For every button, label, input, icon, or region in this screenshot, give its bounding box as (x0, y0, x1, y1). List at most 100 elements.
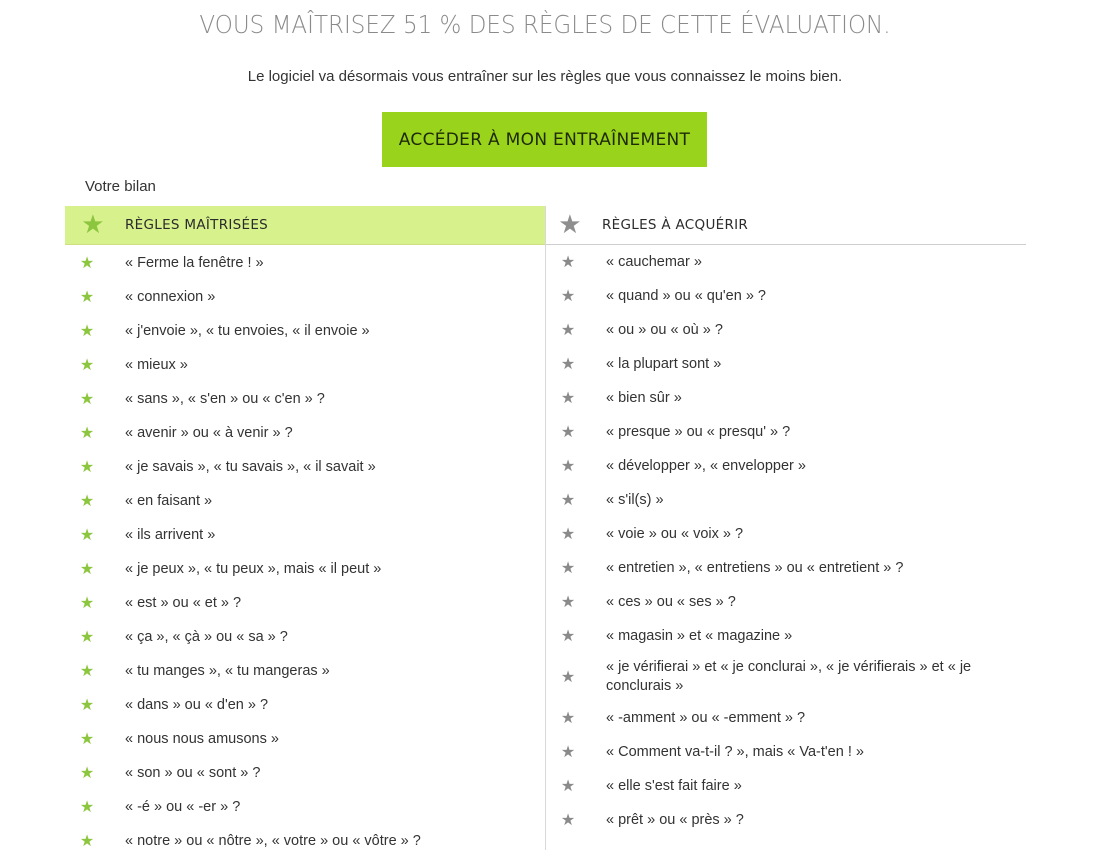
rule-label: « prêt » ou « près » ? (606, 811, 744, 828)
rule-item: ★ « Comment va-t-il ? », mais « Va-t'en !… (546, 735, 1026, 769)
star-icon: ★ (560, 458, 576, 475)
star-icon: ★ (560, 778, 576, 795)
star-icon: ★ (560, 594, 576, 611)
rule-item: ★ « mieux » (65, 348, 545, 382)
rule-label: « Comment va-t-il ? », mais « Va-t'en ! … (606, 743, 864, 760)
star-icon: ★ (79, 561, 95, 578)
to-learn-rules-list: ★ « cauchemar » ★ « quand » ou « qu'en » ? ★… (546, 245, 1026, 837)
rule-item: ★ « bien sûr » (546, 381, 1026, 415)
rule-item: ★ « presque » ou « presqu' » ? (546, 415, 1026, 449)
star-icon: ★ (560, 526, 576, 543)
rule-label: « j'envoie », « tu envoies, « il envoie … (125, 322, 370, 339)
rule-item: ★ « j'envoie », « tu envoies, « il envoie… (65, 314, 545, 348)
star-icon: ★ (79, 493, 95, 510)
star-icon: ★ (81, 210, 105, 240)
star-icon: ★ (560, 744, 576, 761)
rule-label: « la plupart sont » (606, 355, 722, 372)
rule-item: ★ « -amment » ou « -emment » ? (546, 701, 1026, 735)
rule-label: « est » ou « et » ? (125, 594, 242, 611)
star-icon: ★ (79, 697, 95, 714)
rule-item: ★ « est » ou « et » ? (65, 586, 545, 620)
rule-item: ★ « ça », « çà » ou « sa » ? (65, 620, 545, 654)
star-icon: ★ (560, 560, 576, 577)
rule-label: « mieux » (125, 356, 188, 373)
star-icon: ★ (560, 628, 576, 645)
rule-label: « ces » ou « ses » ? (606, 593, 736, 610)
score-headline: VOUS MAÎTRISEZ 51 % DES RÈGLES DE CETTE … (199, 10, 891, 39)
rule-label: « quand » ou « qu'en » ? (606, 287, 766, 304)
star-icon: ★ (560, 669, 576, 686)
star-icon: ★ (79, 833, 95, 850)
star-icon: ★ (560, 322, 576, 339)
star-icon: ★ (79, 527, 95, 544)
star-icon: ★ (79, 799, 95, 816)
rule-item: ★ « prêt » ou « près » ? (546, 803, 1026, 837)
rule-label: « ils arrivent » (125, 526, 216, 543)
star-icon: ★ (79, 595, 95, 612)
rule-label: « tu manges », « tu mangeras » (125, 662, 330, 679)
star-icon: ★ (79, 459, 95, 476)
rule-item: ★ « je peux », « tu peux », mais « il peu… (65, 552, 545, 586)
rule-item: ★ « quand » ou « qu'en » ? (546, 279, 1026, 313)
star-icon: ★ (560, 254, 576, 271)
evaluation-result-page: VOUS MAÎTRISEZ 51 % DES RÈGLES DE CETTE … (0, 0, 1100, 850)
rule-label: « magasin » et « magazine » (606, 627, 793, 644)
rule-label: « en faisant » (125, 492, 213, 509)
rule-label: « son » ou « sont » ? (125, 764, 261, 781)
training-subtitle: Le logiciel va désormais vous entraîner … (247, 68, 843, 85)
rule-item: ★ « nous nous amusons » (65, 722, 545, 756)
rule-item: ★ « en faisant » (65, 484, 545, 518)
rule-label: « développer », « envelopper » (606, 457, 806, 474)
star-icon: ★ (79, 289, 95, 306)
start-training-button[interactable]: ACCÉDER À MON ENTRAÎNEMENT (382, 112, 707, 167)
rule-item: ★ « ils arrivent » (65, 518, 545, 552)
rule-label: « connexion » (125, 288, 216, 305)
rule-item: ★ « Ferme la fenêtre ! » (65, 246, 545, 280)
rule-label: « notre » ou « nôtre », « votre » ou « v… (125, 832, 421, 849)
star-icon: ★ (79, 357, 95, 374)
rule-item: ★ « je savais », « tu savais », « il sava… (65, 450, 545, 484)
star-icon: ★ (79, 323, 95, 340)
rule-label: « s'il(s) » (606, 491, 664, 508)
star-icon: ★ (79, 663, 95, 680)
rule-item: ★ « entretien », « entretiens » ou « entr… (546, 551, 1026, 585)
bilan-label: Votre bilan (85, 178, 156, 195)
rule-item: ★ « sans », « s'en » ou « c'en » ? (65, 382, 545, 416)
mastered-rules-list: ★ « Ferme la fenêtre ! » ★ « connexion » ★ « … (65, 245, 545, 850)
to-learn-rules-title: RÈGLES À ACQUÉRIR (602, 217, 749, 233)
star-icon: ★ (560, 812, 576, 829)
rule-label: « avenir » ou « à venir » ? (125, 424, 293, 441)
rule-label: « cauchemar » (606, 253, 702, 270)
star-icon: ★ (79, 731, 95, 748)
rule-label: « nous nous amusons » (125, 730, 279, 747)
rule-label: « Ferme la fenêtre ! » (125, 254, 264, 271)
rule-item: ★ « connexion » (65, 280, 545, 314)
star-icon: ★ (79, 629, 95, 646)
star-icon: ★ (560, 710, 576, 727)
rule-item: ★ « -é » ou « -er » ? (65, 790, 545, 824)
rule-item: ★ « avenir » ou « à venir » ? (65, 416, 545, 450)
rule-label: « sans », « s'en » ou « c'en » ? (125, 390, 325, 407)
star-icon: ★ (560, 424, 576, 441)
rule-label: « entretien », « entretiens » ou « entre… (606, 559, 904, 576)
rule-label: « je savais », « tu savais », « il savai… (125, 458, 376, 475)
rule-item: ★ « je vérifierai » et « je conclurai », … (546, 653, 1026, 701)
star-icon: ★ (558, 210, 582, 240)
mastered-rules-header: ★ RÈGLES MAÎTRISÉES (65, 206, 545, 245)
rule-label: « bien sûr » (606, 389, 682, 406)
to-learn-rules-column: ★ RÈGLES À ACQUÉRIR ★ « cauchemar » ★ « qua… (545, 206, 1026, 850)
star-icon: ★ (560, 492, 576, 509)
rule-item: ★ « tu manges », « tu mangeras » (65, 654, 545, 688)
rule-item: ★ « dans » ou « d'en » ? (65, 688, 545, 722)
star-icon: ★ (560, 356, 576, 373)
star-icon: ★ (79, 255, 95, 272)
rule-item: ★ « son » ou « sont » ? (65, 756, 545, 790)
to-learn-rules-header: ★ RÈGLES À ACQUÉRIR (546, 206, 1026, 245)
mastered-rules-column: ★ RÈGLES MAÎTRISÉES ★ « Ferme la fenêtre … (65, 206, 545, 850)
rule-label: « presque » ou « presqu' » ? (606, 423, 791, 440)
rule-label: « ou » ou « où » ? (606, 321, 723, 338)
rule-item: ★ « ces » ou « ses » ? (546, 585, 1026, 619)
rule-item: ★ « voie » ou « voix » ? (546, 517, 1026, 551)
rule-label: « je peux », « tu peux », mais « il peut… (125, 560, 382, 577)
star-icon: ★ (79, 425, 95, 442)
